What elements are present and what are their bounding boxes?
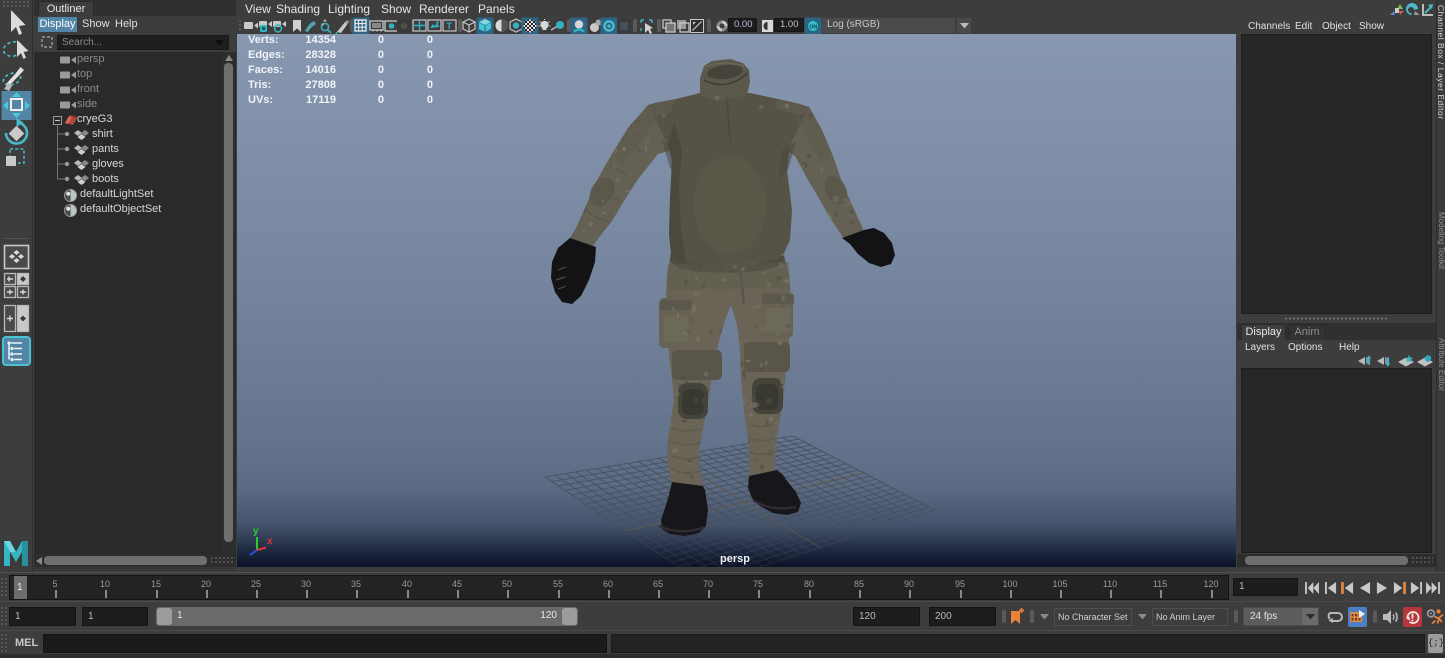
svg-text:0: 0 — [378, 64, 384, 76]
svg-text:y: y — [253, 526, 259, 537]
svg-text:UVs:: UVs: — [248, 94, 273, 106]
svg-text:14016: 14016 — [305, 64, 336, 76]
svg-text:0: 0 — [378, 34, 384, 46]
svg-text:persp: persp — [720, 553, 750, 565]
svg-text:Faces:: Faces: — [248, 64, 283, 76]
svg-text:0: 0 — [427, 79, 433, 91]
svg-text:Tris:: Tris: — [248, 79, 271, 91]
svg-text:ON: ON — [809, 25, 817, 31]
svg-text:0: 0 — [427, 49, 433, 61]
svg-text:28328: 28328 — [305, 49, 336, 61]
svg-text:0: 0 — [378, 49, 384, 61]
svg-text:0: 0 — [378, 94, 384, 106]
svg-text:0: 0 — [378, 79, 384, 91]
svg-text:x: x — [267, 536, 273, 547]
svg-text:14354: 14354 — [305, 34, 336, 46]
svg-text:27808: 27808 — [305, 79, 336, 91]
svg-text:Edges:: Edges: — [248, 49, 285, 61]
svg-text:0: 0 — [427, 64, 433, 76]
svg-text:0: 0 — [427, 34, 433, 46]
svg-text:T: T — [446, 21, 452, 31]
svg-text:Verts:: Verts: — [248, 34, 279, 46]
svg-text:0: 0 — [427, 94, 433, 106]
svg-text:17119: 17119 — [306, 94, 336, 106]
